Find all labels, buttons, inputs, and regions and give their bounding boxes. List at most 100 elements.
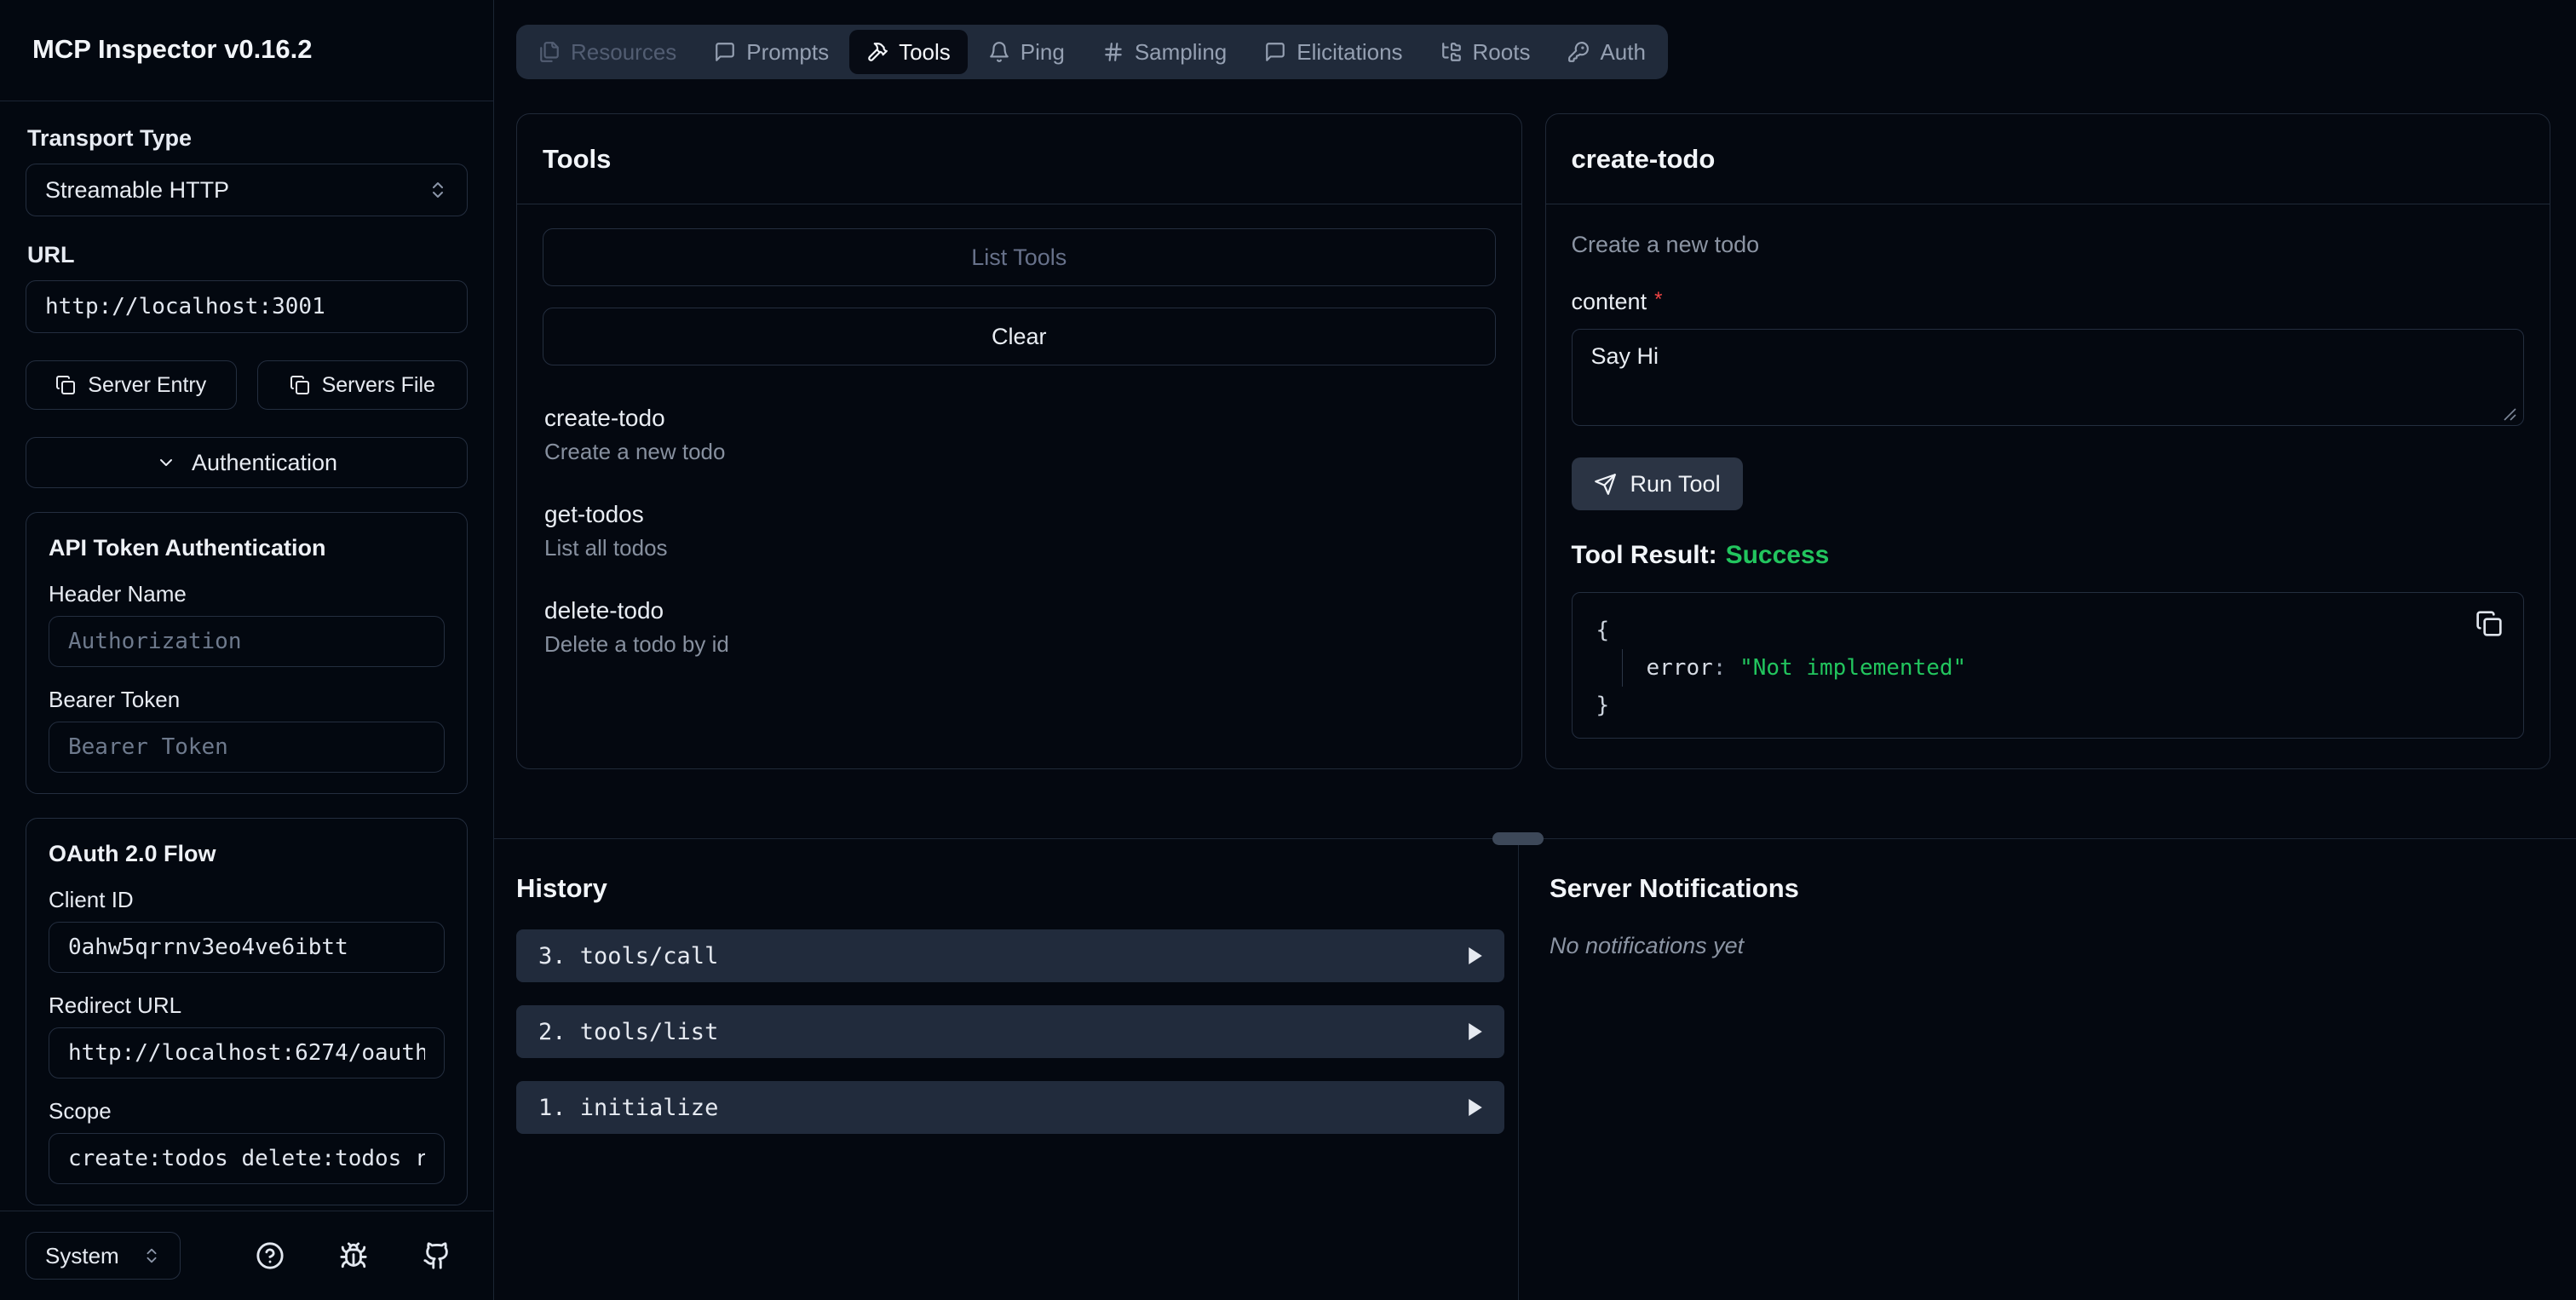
hash-icon [1102, 41, 1124, 63]
json-open-brace: { [1596, 618, 1610, 643]
tab-bar: Resources Prompts Tools Ping Sampling El… [516, 25, 1668, 79]
github-link[interactable] [423, 1241, 451, 1270]
app-title: MCP Inspector v0.16.2 [32, 34, 313, 64]
tab-prompts[interactable]: Prompts [697, 30, 846, 74]
server-notifications-title: Server Notifications [1550, 873, 1799, 903]
tab-label: Resources [571, 38, 677, 65]
servers-file-button[interactable]: Servers File [256, 360, 468, 410]
folder-tree-icon [1440, 41, 1463, 63]
tool-detail-body: Create a new todo content * Say Hi Run T… [1546, 204, 2550, 768]
tab-label: Auth [1600, 38, 1646, 65]
json-close-brace: } [1596, 693, 1610, 718]
bug-icon [339, 1241, 368, 1270]
history-title: History [516, 873, 607, 903]
copy-icon [290, 375, 310, 395]
chevrons-up-down-icon [428, 180, 448, 200]
transport-type-field: Transport Type Streamable HTTP [26, 125, 468, 216]
sidebar-header: MCP Inspector v0.16.2 [0, 0, 493, 101]
history-item-initialize[interactable]: 1. initialize [516, 1081, 1504, 1134]
bearer-token-input[interactable] [49, 722, 445, 773]
tab-label: Ping [1020, 38, 1065, 65]
redirect-url-input[interactable] [49, 1027, 445, 1079]
json-key: error [1646, 655, 1713, 681]
files-icon [538, 41, 561, 63]
tool-name: create-todo [544, 405, 665, 431]
tool-result-line: Tool Result: Success [1572, 541, 2525, 570]
copy-result-button[interactable] [2475, 610, 2503, 637]
url-input[interactable] [26, 280, 468, 333]
panel-resize-handle[interactable] [1492, 832, 1544, 845]
tab-resources[interactable]: Resources [521, 30, 693, 74]
client-id-input[interactable] [49, 922, 445, 973]
resize-grip-icon[interactable] [2502, 406, 2517, 422]
footer-icons [256, 1241, 451, 1270]
run-tool-button[interactable]: Run Tool [1571, 457, 1743, 510]
url-label: URL [27, 242, 75, 267]
bug-report-button[interactable] [339, 1241, 368, 1270]
theme-select[interactable]: System [26, 1232, 181, 1280]
tab-label: Tools [899, 38, 951, 65]
sidebar: MCP Inspector v0.16.2 Transport Type Str… [0, 0, 494, 1300]
tab-tools[interactable]: Tools [849, 30, 968, 74]
clear-tools-button[interactable]: Clear [543, 308, 1496, 365]
tool-list-item-create-todo[interactable]: create-todo Create a new todo [544, 405, 1496, 465]
history-panel: History 3. tools/call 2. tools/list 1. i… [494, 839, 1518, 1300]
tab-label: Elicitations [1297, 38, 1403, 65]
copy-icon [2475, 610, 2503, 637]
redirect-url-label: Redirect URL [49, 992, 182, 1018]
authentication-toggle-label: Authentication [191, 449, 338, 475]
run-tool-label: Run Tool [1630, 470, 1721, 497]
tool-description: List all todos [544, 535, 668, 561]
sidebar-footer: System [0, 1211, 493, 1300]
list-tools-button[interactable]: List Tools [543, 228, 1496, 286]
tab-roots[interactable]: Roots [1423, 30, 1548, 74]
tool-list-item-get-todos[interactable]: get-todos List all todos [544, 501, 1496, 561]
tab-ping[interactable]: Ping [971, 30, 1082, 74]
copy-buttons-row: Server Entry Servers File [26, 360, 468, 410]
sidebar-body: Transport Type Streamable HTTP URL S [0, 101, 493, 1211]
app-root: MCP Inspector v0.16.2 Transport Type Str… [0, 0, 2576, 1300]
play-icon [1469, 1099, 1482, 1116]
content-textarea-wrap: Say Hi [1571, 329, 2524, 432]
top-section: Tools List Tools Clear create-todo Creat… [516, 113, 2550, 769]
api-token-card: API Token Authentication Header Name Bea… [26, 512, 468, 794]
required-asterisk: * [1654, 288, 1663, 311]
tools-panel-header: Tools [517, 114, 1521, 204]
tool-name: delete-todo [544, 597, 664, 624]
authentication-toggle-button[interactable]: Authentication [26, 437, 468, 488]
oauth-flow-title: OAuth 2.0 Flow [49, 841, 216, 866]
help-button[interactable] [256, 1241, 285, 1270]
bottom-section: History 3. tools/call 2. tools/list 1. i… [494, 832, 2576, 1300]
servers-file-label: Servers File [321, 372, 435, 397]
tab-label: Prompts [746, 38, 830, 65]
history-item-tools-call[interactable]: 3. tools/call [516, 929, 1504, 982]
tool-list: create-todo Create a new todo get-todos … [543, 405, 1496, 658]
tool-list-item-delete-todo[interactable]: delete-todo Delete a todo by id [544, 597, 1496, 658]
server-entry-button[interactable]: Server Entry [26, 360, 237, 410]
play-icon [1469, 947, 1482, 964]
no-notifications-message: No notifications yet [1550, 933, 1745, 958]
json-colon: : [1712, 655, 1727, 681]
history-item-tools-list[interactable]: 2. tools/list [516, 1005, 1504, 1058]
message-square-icon [714, 41, 736, 63]
transport-type-select[interactable]: Streamable HTTP [26, 164, 468, 216]
tool-detail-description: Create a new todo [1571, 232, 1760, 257]
client-id-label: Client ID [49, 887, 134, 912]
main-area: Resources Prompts Tools Ping Sampling El… [494, 0, 2576, 1300]
tab-auth[interactable]: Auth [1550, 30, 1663, 74]
history-item-label: 3. tools/call [538, 942, 719, 969]
header-name-input[interactable] [49, 616, 445, 667]
help-circle-icon [256, 1241, 285, 1270]
transport-type-label: Transport Type [27, 125, 193, 151]
key-icon [1567, 41, 1590, 63]
tab-sampling[interactable]: Sampling [1085, 30, 1244, 74]
copy-icon [55, 375, 76, 395]
tools-panel: Tools List Tools Clear create-todo Creat… [516, 113, 1522, 769]
tool-detail-header: create-todo [1545, 114, 2550, 204]
content-textarea[interactable]: Say Hi [1571, 329, 2524, 426]
tab-elicitations[interactable]: Elicitations [1247, 30, 1419, 74]
server-notifications-panel: Server Notifications No notifications ye… [1518, 839, 2576, 1300]
hammer-icon [866, 41, 888, 63]
scope-input[interactable] [49, 1133, 445, 1184]
content-label-text: content [1571, 289, 1647, 314]
